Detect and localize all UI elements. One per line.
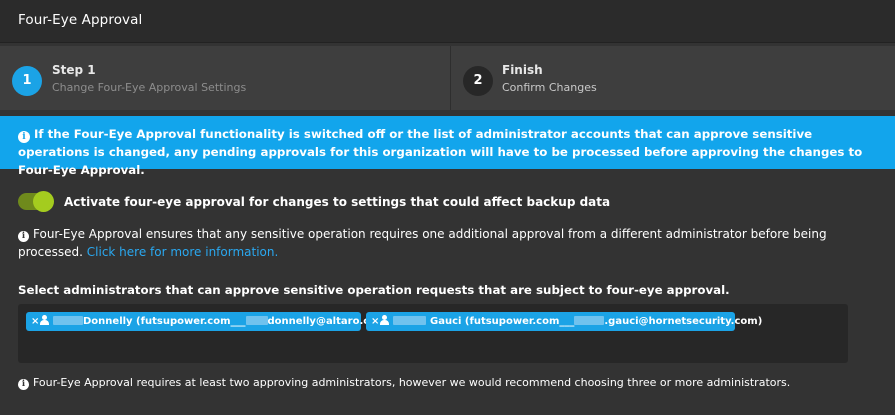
four-eye-toggle[interactable] (18, 191, 54, 212)
admins-label: Select administrators that can approve s… (18, 283, 730, 297)
step-1[interactable]: 1 Step 1 Change Four-Eye Approval Settin… (0, 46, 451, 110)
window-title: Four-Eye Approval (18, 12, 143, 28)
footnote-text: Four-Eye Approval requires at least two … (33, 376, 791, 389)
toggle-label: Activate four-eye approval for changes t… (64, 195, 611, 209)
remove-chip-icon[interactable]: × (371, 312, 380, 331)
footnote: i Four-Eye Approval requires at least two… (18, 376, 790, 390)
info-icon: i (18, 231, 29, 242)
step-1-number-badge: 1 (12, 66, 42, 96)
user-icon (40, 315, 49, 325)
description: i Four-Eye Approval ensures that any sens… (18, 225, 878, 261)
title-bar: Four-Eye Approval (0, 0, 895, 43)
info-banner-text: If the Four-Eye Approval functionality i… (18, 127, 863, 177)
admin-chip[interactable]: × Donnelly (futsupower.com___ donnelly@alt… (26, 312, 391, 331)
admin-chip-text-a: Donnelly (futsupower.com___ (83, 316, 246, 327)
remove-chip-icon[interactable]: × (31, 312, 40, 331)
step-2[interactable]: 2 Finish Confirm Changes (452, 46, 895, 110)
info-icon: i (18, 379, 29, 390)
step-1-subtitle: Change Four-Eye Approval Settings (52, 81, 247, 94)
admin-chip-text-b: .gauci@hornetsecurity.com) (604, 316, 763, 327)
redacted-name (245, 316, 268, 325)
more-info-link[interactable]: Click here for more information. (87, 245, 279, 259)
admin-select-input[interactable]: × Donnelly (futsupower.com___ donnelly@alt… (18, 304, 848, 363)
step-1-title: Step 1 (52, 63, 96, 77)
redacted-name (574, 316, 605, 325)
redacted-name (393, 316, 426, 325)
admin-chip[interactable]: × Gauci (futsupower.com___ .gauci@hornetse… (366, 312, 762, 331)
info-banner: i If the Four-Eye Approval functionality … (0, 116, 895, 177)
toggle-knob (33, 191, 54, 212)
step-2-subtitle: Confirm Changes (502, 81, 597, 94)
step-2-title: Finish (502, 63, 543, 77)
admin-chip-text-a: Gauci (futsupower.com___ (430, 316, 575, 327)
step-2-number-badge: 2 (463, 66, 493, 96)
redacted-name (53, 316, 83, 325)
user-icon (380, 315, 389, 325)
stepper: 1 Step 1 Change Four-Eye Approval Settin… (0, 46, 895, 110)
info-icon: i (18, 131, 30, 143)
